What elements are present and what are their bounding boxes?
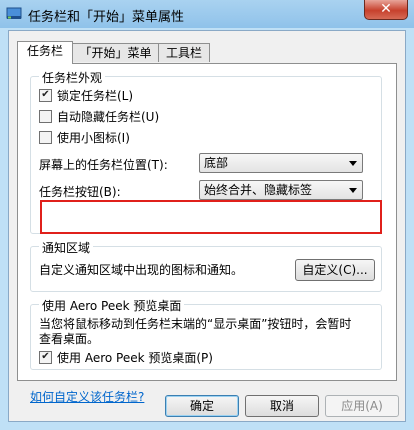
notification-description: 自定义通知区域中出现的图标和通知。 xyxy=(39,263,244,277)
close-button[interactable]: ✕ xyxy=(364,0,408,20)
checkbox-checked-icon: ✔ xyxy=(39,89,52,102)
taskbar-app-icon xyxy=(6,7,22,19)
group-title-notification: 通知区域 xyxy=(39,239,94,256)
cancel-button[interactable]: 取消 xyxy=(245,395,319,417)
tab-taskbar[interactable]: 任务栏 xyxy=(17,41,73,64)
window-title: 任务栏和「开始」菜单属性 xyxy=(28,10,185,25)
taskbar-buttons-label: 任务栏按钮(B): xyxy=(39,185,121,199)
group-title-aero-peek: 使用 Aero Peek 预览桌面 xyxy=(39,297,185,314)
aero-peek-description-line2: 查看桌面。 xyxy=(39,332,100,346)
highlight-annotation-box xyxy=(40,200,382,234)
lock-taskbar-label: 锁定任务栏(L) xyxy=(57,89,134,103)
taskbar-location-value: 底部 xyxy=(204,156,229,170)
auto-hide-label: 自动隐藏任务栏(U) xyxy=(57,110,160,124)
dropdown-arrow-icon xyxy=(349,161,357,166)
aero-peek-checkbox[interactable]: ✔ 使用 Aero Peek 预览桌面(P) xyxy=(39,349,213,365)
close-icon: ✕ xyxy=(380,1,392,17)
help-link[interactable]: 如何自定义该任务栏? xyxy=(30,388,144,405)
checkbox-checked-icon: ✔ xyxy=(39,351,52,364)
lock-taskbar-checkbox[interactable]: ✔ 锁定任务栏(L) xyxy=(39,87,133,103)
customize-button[interactable]: 自定义(C)... xyxy=(295,259,375,281)
taskbar-properties-window: 任务栏和「开始」菜单属性 ✕ 任务栏 「开始」菜单 工具栏 任务栏外观 ✔ 锁定任… xyxy=(0,0,414,430)
taskbar-buttons-select[interactable]: 始终合并、隐藏标签 xyxy=(199,180,363,200)
title-bar[interactable]: 任务栏和「开始」菜单属性 ✕ xyxy=(0,0,414,28)
tab-start-menu[interactable]: 「开始」菜单 xyxy=(72,43,159,62)
group-title-appearance: 任务栏外观 xyxy=(39,69,106,86)
aero-peek-group: 使用 Aero Peek 预览桌面 当您将鼠标移动到任务栏末端的“显示桌面”按钮… xyxy=(30,297,382,370)
apply-button[interactable]: 应用(A) xyxy=(325,395,399,417)
tab-toolbars[interactable]: 工具栏 xyxy=(158,43,210,62)
taskbar-location-select[interactable]: 底部 xyxy=(199,153,363,173)
ok-button[interactable]: 确定 xyxy=(165,395,239,417)
tab-panel: 任务栏外观 ✔ 锁定任务栏(L) 自动隐藏任务栏(U) 使用小图标(I) 屏幕上的… xyxy=(17,63,397,404)
notification-area-group: 通知区域 自定义通知区域中出现的图标和通知。 自定义(C)... xyxy=(30,239,382,292)
small-icons-label: 使用小图标(I) xyxy=(57,131,130,145)
dropdown-arrow-icon xyxy=(349,188,357,193)
small-icons-checkbox[interactable]: 使用小图标(I) xyxy=(39,129,130,145)
auto-hide-checkbox[interactable]: 自动隐藏任务栏(U) xyxy=(39,108,159,124)
dialog-body: 任务栏 「开始」菜单 工具栏 任务栏外观 ✔ 锁定任务栏(L) 自动隐藏任务栏(U… xyxy=(8,30,406,422)
checkbox-unchecked-icon xyxy=(39,131,52,144)
checkbox-unchecked-icon xyxy=(39,110,52,123)
taskbar-buttons-value: 始终合并、隐藏标签 xyxy=(204,183,313,197)
taskbar-location-label: 屏幕上的任务栏位置(T): xyxy=(39,158,168,172)
aero-peek-checkbox-label: 使用 Aero Peek 预览桌面(P) xyxy=(57,351,213,365)
